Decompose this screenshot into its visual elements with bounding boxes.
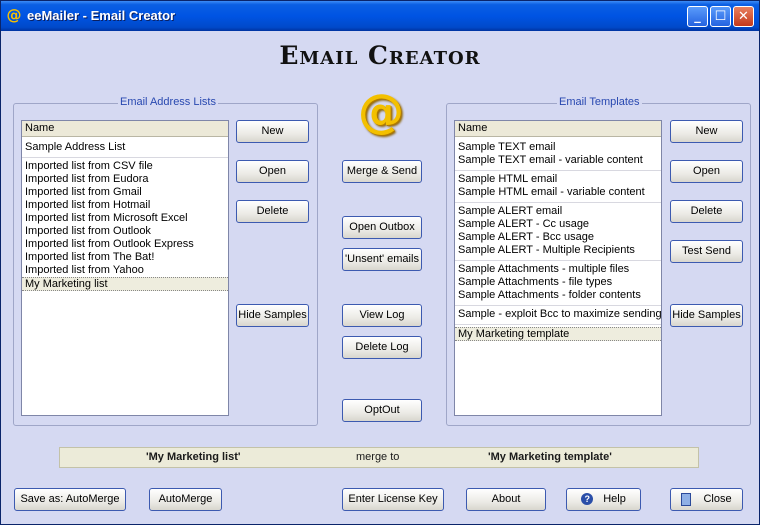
templates-list-box[interactable]: Name Sample TEXT email Sample TEXT email …: [454, 120, 662, 416]
template-item[interactable]: Sample HTML email - variable content: [455, 186, 661, 199]
list-item[interactable]: Sample Address List: [22, 141, 228, 154]
list-separator: [22, 157, 228, 158]
window-title: eeMailer - Email Creator: [27, 8, 176, 23]
test-send-button[interactable]: Test Send: [670, 240, 743, 263]
template-item[interactable]: Sample ALERT - Multiple Recipients: [455, 244, 661, 257]
delete-log-button[interactable]: Delete Log: [342, 336, 422, 359]
template-item[interactable]: Sample ALERT email: [455, 205, 661, 218]
help-question-icon: ?: [581, 493, 594, 506]
help-button[interactable]: ? Help: [566, 488, 641, 511]
view-log-button[interactable]: View Log: [342, 304, 422, 327]
template-item[interactable]: Sample ALERT - Cc usage: [455, 218, 661, 231]
merge-status-bar: 'My Marketing list' merge to 'My Marketi…: [59, 447, 699, 468]
app-at-icon: @: [6, 6, 22, 24]
save-as-automerge-button[interactable]: Save as: AutoMerge: [14, 488, 126, 511]
enter-license-key-button[interactable]: Enter License Key: [342, 488, 444, 511]
list-item[interactable]: Imported list from Outlook Express: [22, 238, 228, 251]
optout-button[interactable]: OptOut: [342, 399, 422, 422]
close-window-button[interactable]: ✕: [733, 6, 754, 27]
page-title: Email Creator: [279, 41, 481, 70]
list-item[interactable]: Imported list from Yahoo: [22, 264, 228, 277]
status-merge-to: merge to: [356, 451, 400, 463]
maximize-button[interactable]: ☐: [710, 6, 731, 27]
list-separator: [455, 324, 661, 325]
list-item[interactable]: Imported list from Eudora: [22, 173, 228, 186]
delete-list-button[interactable]: Delete: [236, 200, 309, 223]
close-button[interactable]: Close: [670, 488, 743, 511]
template-item[interactable]: Sample Attachments - multiple files: [455, 263, 661, 276]
list-item[interactable]: Imported list from The Bat!: [22, 251, 228, 264]
selected-template-item[interactable]: My Marketing template: [455, 327, 661, 341]
list-separator: [455, 170, 661, 171]
list-separator: [455, 202, 661, 203]
list-item[interactable]: Imported list from Gmail: [22, 186, 228, 199]
delete-template-button[interactable]: Delete: [670, 200, 743, 223]
close-label: Close: [703, 493, 732, 505]
unsent-emails-button[interactable]: 'Unsent' emails: [342, 248, 422, 271]
address-list-box[interactable]: Name Sample Address List Imported list f…: [21, 120, 229, 416]
status-template-name: 'My Marketing template': [488, 451, 612, 463]
new-list-button[interactable]: New: [236, 120, 309, 143]
templates-name-header[interactable]: Name: [455, 121, 661, 137]
template-item[interactable]: Sample - exploit Bcc to maximize sending: [455, 308, 661, 321]
list-separator: [455, 260, 661, 261]
address-lists-label: Email Address Lists: [118, 96, 218, 108]
list-item[interactable]: Imported list from Hotmail: [22, 199, 228, 212]
minimize-button[interactable]: _: [687, 6, 708, 27]
list-separator: [455, 305, 661, 306]
list-item[interactable]: Imported list from CSV file: [22, 160, 228, 173]
list-item[interactable]: Imported list from Outlook: [22, 225, 228, 238]
open-template-button[interactable]: Open: [670, 160, 743, 183]
email-creator-window: @ eeMailer - Email Creator _ ☐ ✕ Email C…: [0, 0, 760, 525]
automerge-button[interactable]: AutoMerge: [149, 488, 222, 511]
template-item[interactable]: Sample HTML email: [455, 173, 661, 186]
address-items: Imported list from CSV file Imported list…: [22, 160, 228, 277]
open-outbox-button[interactable]: Open Outbox: [342, 216, 422, 239]
open-list-button[interactable]: Open: [236, 160, 309, 183]
selected-list-item[interactable]: My Marketing list: [22, 277, 228, 291]
hide-samples-templates-button[interactable]: Hide Samples: [670, 304, 743, 327]
help-label: Help: [603, 493, 626, 505]
new-template-button[interactable]: New: [670, 120, 743, 143]
status-list-name: 'My Marketing list': [146, 451, 241, 463]
template-item[interactable]: Sample TEXT email - variable content: [455, 154, 661, 167]
template-items: Sample TEXT email Sample TEXT email - var…: [455, 141, 661, 325]
title-bar: @ eeMailer - Email Creator _ ☐ ✕: [1, 1, 759, 31]
exit-door-icon: [681, 492, 692, 506]
template-item[interactable]: Sample TEXT email: [455, 141, 661, 154]
template-item[interactable]: Sample Attachments - file types: [455, 276, 661, 289]
list-item[interactable]: Imported list from Microsoft Excel: [22, 212, 228, 225]
template-item[interactable]: Sample Attachments - folder contents: [455, 289, 661, 302]
address-list-name-header[interactable]: Name: [22, 121, 228, 137]
template-item[interactable]: Sample ALERT - Bcc usage: [455, 231, 661, 244]
merge-send-button[interactable]: Merge & Send: [342, 160, 422, 183]
email-templates-label: Email Templates: [557, 96, 642, 108]
hide-samples-lists-button[interactable]: Hide Samples: [236, 304, 309, 327]
at-logo-icon: @: [358, 84, 404, 138]
about-button[interactable]: About: [466, 488, 546, 511]
